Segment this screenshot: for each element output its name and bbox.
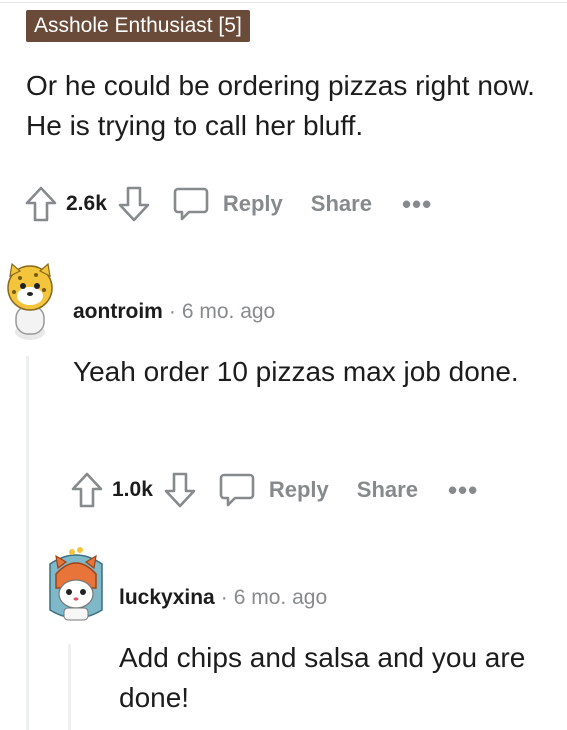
- meta-separator: ·: [220, 586, 228, 609]
- comment-actions: 1.0k Reply Share •••: [70, 466, 478, 514]
- downvote-arrow-icon[interactable]: [163, 471, 197, 509]
- speech-bubble-icon[interactable]: [171, 184, 211, 224]
- avatar[interactable]: [0, 258, 62, 347]
- comment-meta: aontroim · 6 mo. ago: [73, 298, 275, 326]
- user-flair: Asshole Enthusiast [5]: [26, 10, 250, 42]
- upvote-arrow-icon[interactable]: [24, 185, 58, 223]
- vote-score: 2.6k: [66, 192, 107, 215]
- speech-bubble-icon[interactable]: [217, 470, 257, 510]
- meta-separator: ·: [168, 300, 176, 323]
- comment-body: Add chips and salsa and you are done!: [119, 642, 526, 713]
- downvote-arrow-icon[interactable]: [117, 185, 151, 223]
- reply-button[interactable]: Reply: [269, 477, 329, 503]
- comment-actions: 2.6k Reply Share •••: [24, 180, 432, 228]
- username-link[interactable]: aontroim: [73, 300, 163, 323]
- comment-body: Yeah order 10 pizzas max job done.: [73, 356, 519, 387]
- comment-meta: luckyxina · 6 mo. ago: [119, 584, 327, 612]
- more-options-button[interactable]: •••: [402, 191, 432, 217]
- upvote-arrow-icon[interactable]: [70, 471, 104, 509]
- avatar[interactable]: [44, 544, 108, 631]
- top-divider: [0, 2, 567, 3]
- timestamp[interactable]: 6 mo. ago: [182, 300, 275, 323]
- comment-body: Or he could be ordering pizzas right now…: [26, 70, 535, 141]
- username-link[interactable]: luckyxina: [119, 586, 215, 609]
- share-button[interactable]: Share: [311, 191, 372, 217]
- reply-button[interactable]: Reply: [223, 191, 283, 217]
- timestamp[interactable]: 6 mo. ago: [234, 586, 327, 609]
- share-button[interactable]: Share: [357, 477, 418, 503]
- more-options-button[interactable]: •••: [448, 477, 478, 503]
- thread-line[interactable]: [68, 644, 71, 730]
- vote-score: 1.0k: [112, 478, 153, 501]
- thread-line[interactable]: [26, 356, 29, 730]
